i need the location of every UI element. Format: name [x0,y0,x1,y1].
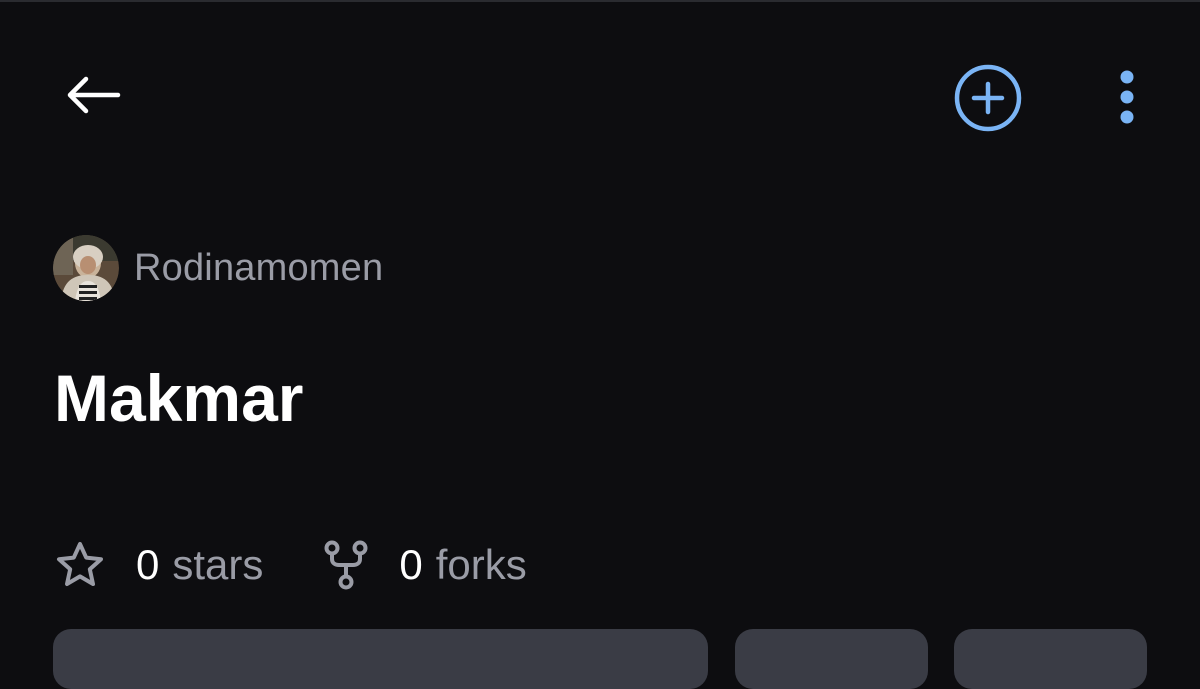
arrow-left-icon [67,76,121,114]
fork-icon [323,539,369,591]
repo-owner[interactable]: Rodinamomen [53,235,383,301]
stars-count: 0 [136,541,160,588]
forks-count: 0 [399,541,423,588]
more-options-button[interactable] [1100,62,1154,132]
repo-title: Makmar [54,361,304,435]
top-divider [0,0,1200,2]
secondary-action-card[interactable] [735,629,928,689]
avatar-image [53,235,119,301]
forks-label: forks [435,541,527,588]
stars-stat[interactable]: 0 stars [54,540,263,590]
back-button[interactable] [58,66,128,124]
primary-action-card[interactable] [53,629,708,689]
owner-name[interactable]: Rodinamomen [134,247,383,290]
plus-circle-icon [954,64,1022,132]
repo-stats: 0 stars 0 forks [54,534,527,596]
avatar[interactable] [53,235,119,301]
stars-label: stars [172,541,264,588]
forks-stat[interactable]: 0 forks [323,539,527,591]
kebab-menu-icon [1120,70,1134,124]
star-icon [54,540,106,590]
add-button[interactable] [950,60,1026,136]
tertiary-action-card[interactable] [954,629,1147,689]
